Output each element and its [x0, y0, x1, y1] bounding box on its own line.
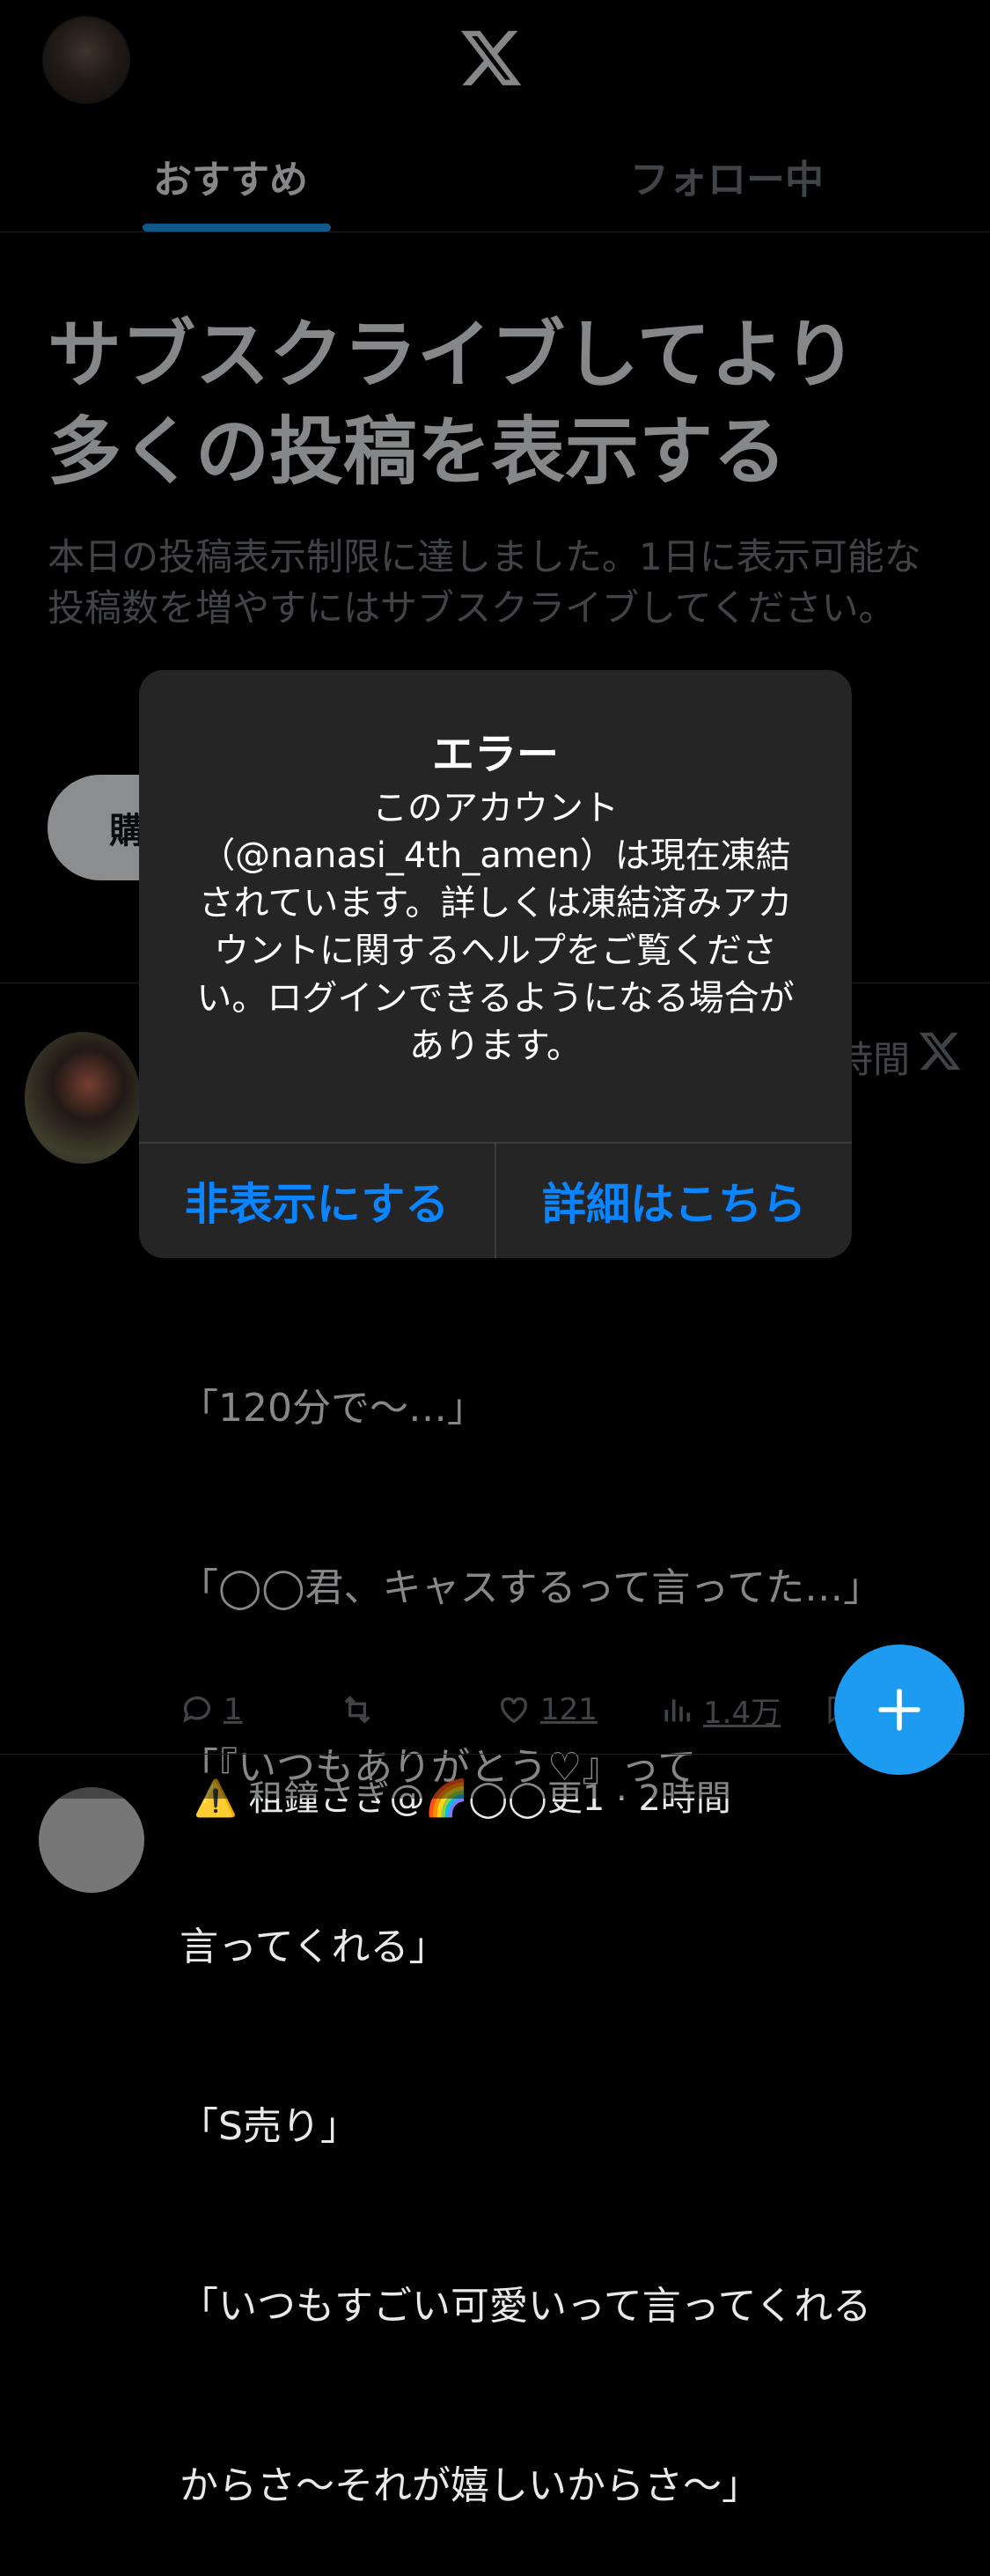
post-text-line: 言ってくれる」	[180, 1925, 448, 1969]
next-post-avatar[interactable]	[39, 1787, 144, 1893]
error-alert-dialog: エラー このアカウント（@nanasi_4th_amen）は現在凍結されています…	[139, 670, 852, 1258]
hide-button[interactable]: 非表示にする	[139, 1144, 495, 1258]
post-text-line: からさ〜それが嬉しいからさ〜」	[180, 2463, 760, 2508]
learn-more-button[interactable]: 詳細はこちら	[496, 1144, 852, 1258]
alert-title: エラー	[431, 730, 559, 779]
post-text-line: 「いつもすごい可愛いって言ってくれる	[180, 2284, 872, 2329]
alert-message: このアカウント（@nanasi_4th_amen）は現在凍結されています。詳しく…	[196, 788, 795, 1066]
compose-button[interactable]	[834, 1645, 964, 1775]
plus-icon	[878, 1689, 920, 1731]
post-text-line: 「S売り」	[180, 2104, 359, 2149]
